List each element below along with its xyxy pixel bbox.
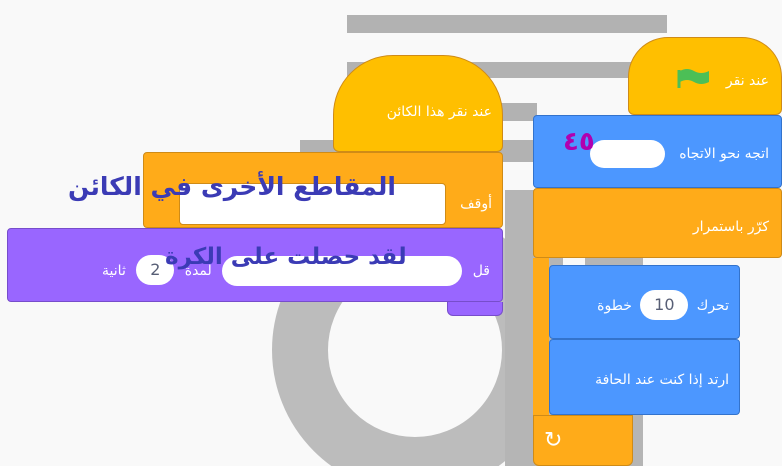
direction-value-annotation: ٤٥ [563,127,595,157]
hat-label: عند نقر [725,73,769,89]
when-sprite-clicked-hat[interactable]: عند نقر هذا الكائن [333,55,503,152]
green-flag-icon [677,68,711,94]
sprite-hat-label: عند نقر هذا الكائن [386,104,492,120]
move-steps-block[interactable]: تحرك 10 خطوة [549,265,740,339]
move-prefix: تحرك [696,298,729,314]
gray-bar-top [347,15,667,33]
point-label: اتجه نحو الاتجاه [679,146,769,162]
when-flag-clicked-hat[interactable]: عند نقر [628,37,782,115]
forever-block[interactable]: كرّر باستمرار [533,188,782,258]
bounce-block[interactable]: ارتد إذا كنت عند الحافة [549,339,740,415]
forever-bottom: ↻ [533,415,633,466]
forever-side [533,258,549,418]
say-block-tail [447,302,503,316]
move-suffix: خطوة [597,298,632,314]
loop-arrow-icon: ↻ [544,428,563,453]
direction-value-input[interactable] [589,140,665,168]
say-text-annotation: لقد حصلت على الكرة [165,244,407,270]
say-prefix: قل [472,263,490,279]
forever-label: كرّر باستمرار [692,219,769,235]
other-scripts-heading: المقاطع الأخرى في الكائن [68,172,396,201]
steps-input[interactable]: 10 [640,290,689,320]
stop-label: أوقف [460,196,492,212]
say-suffix: ثانية [102,263,126,279]
bounce-label: ارتد إذا كنت عند الحافة [595,372,729,388]
